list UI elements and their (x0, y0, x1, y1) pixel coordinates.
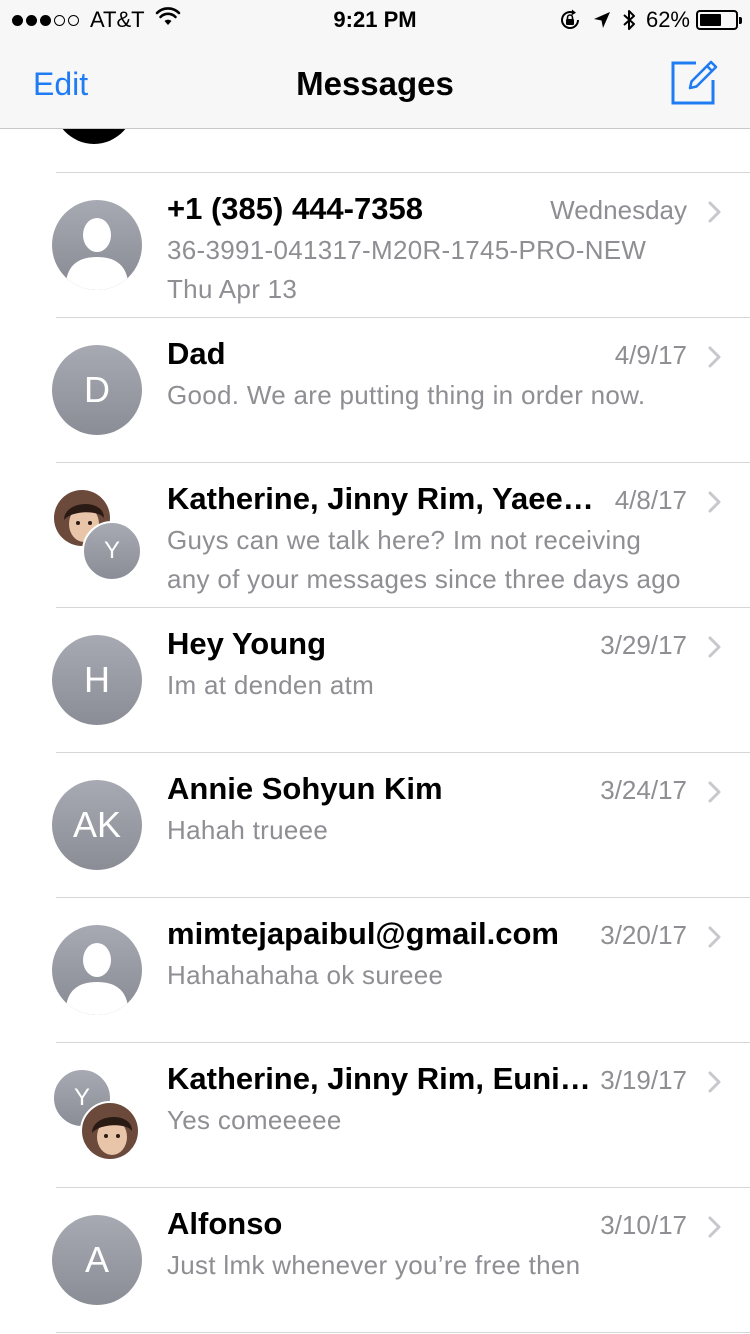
conversation-row[interactable]: H Hey Young 3/29/17 Im at denden atm (0, 608, 750, 753)
page-title: Messages (296, 65, 454, 102)
contact-avatar (52, 200, 142, 290)
chevron-right-icon (707, 490, 723, 514)
contact-photo-icon (82, 1103, 138, 1159)
chevron-right-icon (707, 1215, 723, 1239)
message-date: 3/20/17 (600, 920, 687, 950)
preview-line: Just lmk whenever you’re free then (167, 1250, 581, 1280)
group-avatar: Y (52, 488, 144, 583)
contact-name: +1 (385) 444-7358 (167, 191, 423, 226)
conversation-row[interactable]: D Dad 4/9/17 Good. We are putting thing in … (0, 318, 750, 463)
avatar-initials: D (84, 369, 110, 410)
status-right: 62% (548, 7, 742, 33)
chevron-right-icon (707, 200, 723, 224)
conversation-row[interactable]: AK Annie Sohyun Kim 3/24/17 Hahah trueee (0, 753, 750, 898)
message-date: 4/8/17 (614, 485, 687, 515)
contact-avatar: H (52, 635, 142, 725)
message-date: 3/10/17 (600, 1210, 687, 1240)
group-avatar: Y (52, 1068, 144, 1163)
chevron-right-icon (707, 345, 723, 369)
chevron-right-icon (707, 925, 723, 949)
rotation-lock-icon (558, 8, 582, 32)
message-date: 3/24/17 (600, 775, 687, 805)
battery-percent: 62% (645, 7, 690, 32)
status-bar: AT&T 9:21 PM 62% (0, 0, 750, 40)
chevron-right-icon (707, 635, 723, 659)
message-preview: Hahahahaha ok sureee (167, 956, 717, 995)
message-date: 4/9/17 (614, 340, 687, 370)
message-preview: Good. We are putting thing in order now. (167, 376, 717, 415)
conversation-row[interactable]: Y Katherine, Jinny Rim, Eunice Kim3/19/17… (0, 1043, 750, 1188)
preview-line: Hahahahaha ok sureee (167, 960, 444, 990)
message-preview: Hahah trueee (167, 811, 717, 850)
contact-name: Katherine, Jinny Rim, Yaeeun Kim (167, 481, 597, 516)
preview-line: Thu Apr 13 (167, 274, 298, 304)
conversation-row[interactable]: A Alfonso 3/10/17 Just lmk whenever you’re … (0, 1188, 750, 1333)
contact-avatar (52, 925, 142, 1015)
preview-line: Good. We are putting thing in order now. (167, 380, 646, 410)
bluetooth-icon (622, 8, 636, 32)
preview-line: Im at denden atm (167, 670, 375, 700)
message-preview: Im at denden atm (167, 666, 717, 705)
battery-icon (696, 10, 742, 30)
message-date: Wednesday (550, 195, 687, 225)
message-date: 3/19/17 (600, 1065, 687, 1095)
contact-name: Katherine, Jinny Rim, Eunice Kim (167, 1061, 597, 1096)
preview-line: any of your messages since three days ag… (167, 564, 681, 594)
message-date: 3/29/17 (600, 630, 687, 660)
compose-icon (671, 60, 718, 105)
battery-tip (739, 17, 742, 24)
contact-name: Annie Sohyun Kim (167, 771, 443, 806)
contact-name: Hey Young (167, 626, 327, 661)
conversation-row[interactable]: mimtejapaibul@gmail.com 3/20/17 Hahahahaha… (0, 898, 750, 1043)
contact-name: Alfonso (167, 1206, 283, 1241)
compose-button[interactable] (668, 56, 720, 108)
person-silhouette-icon (66, 218, 128, 290)
contact-photo (80, 1101, 140, 1161)
conversation-row[interactable]: Y Katherine, Jinny Rim, Yaeeun Kim 4/8/17 G… (0, 463, 750, 608)
message-preview: Yes comeeeee (167, 1101, 717, 1140)
location-arrow-icon (592, 10, 612, 30)
avatar-initials: AK (72, 804, 122, 845)
message-preview: 36-3991-041317-M20R-1745-PRO-NEW Thu Apr … (167, 231, 717, 309)
contact-avatar: AK (52, 780, 142, 870)
chevron-right-icon (707, 780, 723, 804)
initial-avatar: Y (82, 521, 142, 581)
preview-line: Hahah trueee (167, 815, 329, 845)
person-silhouette-icon (66, 943, 128, 1015)
message-preview: Just lmk whenever you’re free then (167, 1246, 717, 1285)
avatar-initials: A (84, 1239, 109, 1280)
preview-line: 36-3991-041317-M20R-1745-PRO-NEW (167, 235, 647, 265)
avatar-initials: H (84, 659, 110, 700)
chevron-right-icon (707, 1070, 723, 1094)
preview-line: Guys can we talk here? Im not receiving (167, 525, 642, 555)
contact-avatar: D (52, 345, 142, 435)
conversation-row[interactable]: +1 (385) 444-7358 Wednesday 36-3991-041317… (0, 173, 750, 318)
contact-name: mimtejapaibul@gmail.com (167, 916, 559, 951)
preview-line: Yes comeeeee (167, 1105, 342, 1135)
battery-level (700, 14, 721, 26)
contact-avatar: A (52, 1215, 142, 1305)
navigation-bar: Edit Messages (0, 40, 750, 129)
contact-name: Dad (167, 336, 226, 371)
message-preview: Guys can we talk here? Im not receiving a… (167, 521, 717, 599)
conversation-list: +1 (385) 444-7358 Wednesday 36-3991-041317… (0, 173, 750, 1333)
